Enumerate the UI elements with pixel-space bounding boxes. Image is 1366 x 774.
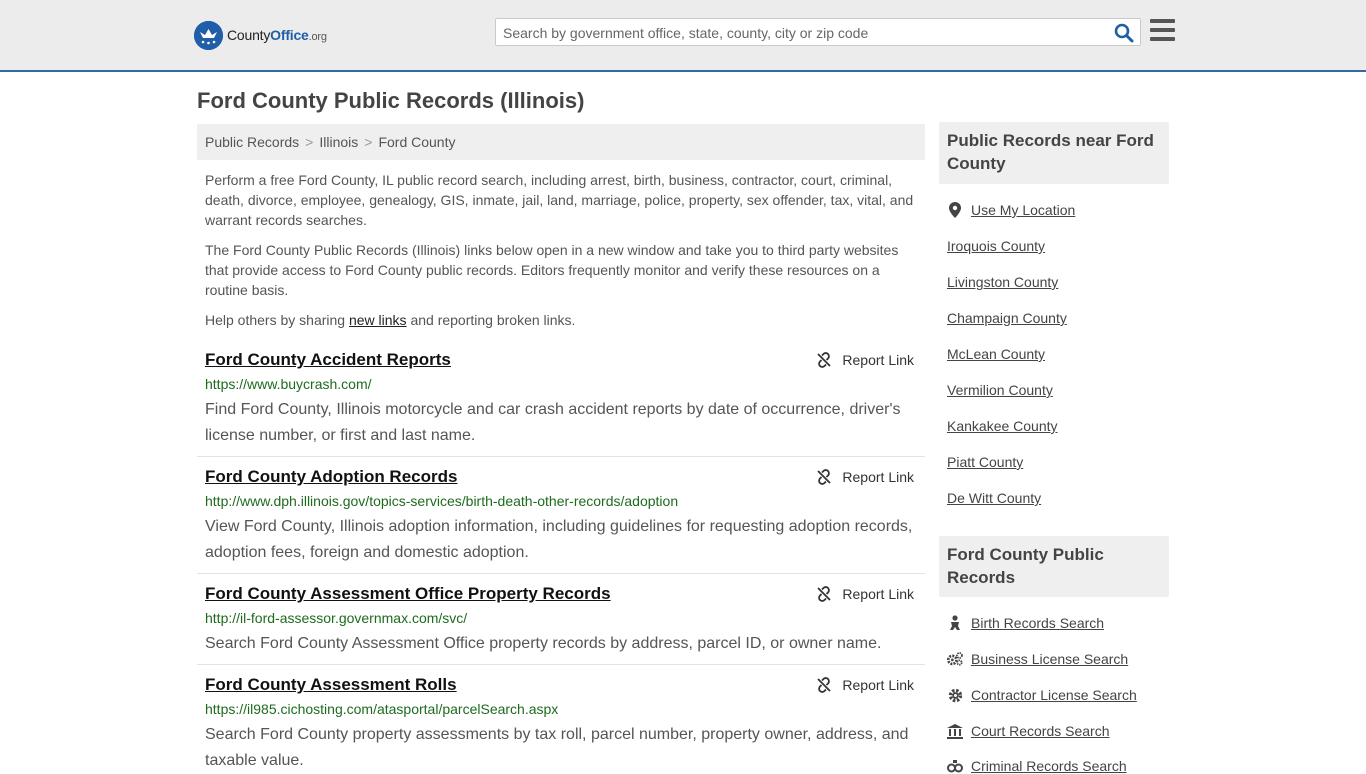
nearby-county-link[interactable]: Livingston County	[947, 274, 1058, 290]
site-logo[interactable]: CountyOffice.org	[194, 20, 327, 50]
record-description: Search Ford County Assessment Office pro…	[205, 635, 882, 652]
baby-icon	[947, 615, 963, 631]
record-title-link[interactable]: Ford County Adoption Records	[205, 467, 457, 487]
broken-link-icon	[817, 352, 832, 368]
record-item: Ford County Accident Reports Report Link…	[197, 350, 925, 450]
breadcrumb-illinois[interactable]: Illinois	[319, 134, 358, 150]
broken-link-icon	[817, 677, 832, 693]
new-links-link[interactable]: new links	[349, 312, 407, 328]
record-title-link[interactable]: Ford County Assessment Rolls	[205, 675, 457, 695]
search-input[interactable]	[503, 24, 1103, 42]
record-url[interactable]: https://www.buycrash.com/	[205, 376, 372, 392]
business-license-link[interactable]: Business License Search	[947, 651, 1128, 667]
breadcrumb-separator: >	[305, 134, 314, 150]
record-description: Search Ford County property assessments …	[205, 726, 909, 769]
report-link-button[interactable]: Report Link	[816, 586, 914, 602]
record-url[interactable]: http://il-ford-assessor.governmax.com/sv…	[205, 610, 467, 626]
sidebar-records-heading: Ford County Public Records	[939, 536, 1169, 597]
report-link-button[interactable]: Report Link	[816, 352, 914, 368]
header-bar: CountyOffice.org	[0, 0, 1366, 72]
nearby-county-link[interactable]: Champaign County	[947, 310, 1067, 326]
record-item: Ford County Adoption Records Report Link…	[197, 467, 925, 567]
nearby-county-link[interactable]: Iroquois County	[947, 238, 1045, 254]
page-title: Ford County Public Records (Illinois)	[197, 88, 585, 113]
sidebar-nearby-heading: Public Records near Ford County	[939, 122, 1169, 184]
breadcrumb-public-records[interactable]: Public Records	[205, 134, 299, 150]
map-marker-icon	[947, 202, 963, 218]
handcuffs-icon	[947, 758, 963, 774]
report-link-button[interactable]: Report Link	[816, 677, 914, 693]
broken-link-icon	[817, 469, 832, 485]
record-divider	[197, 573, 925, 574]
breadcrumb-separator: >	[364, 134, 373, 150]
report-link-button[interactable]: Report Link	[816, 469, 914, 485]
logo-text: CountyOffice.org	[227, 27, 327, 43]
birth-records-link[interactable]: Birth Records Search	[947, 615, 1104, 631]
nearby-county-link[interactable]: Piatt County	[947, 454, 1023, 470]
gear-icon	[947, 687, 963, 703]
breadcrumb-ford-county: Ford County	[378, 134, 456, 150]
intro-paragraph-2: The Ford County Public Records (Illinois…	[205, 242, 899, 298]
record-item: Ford County Assessment Office Property R…	[197, 584, 925, 660]
record-url[interactable]: https://il985.cichosting.com/atasportal/…	[205, 701, 558, 717]
nearby-county-link[interactable]: Kankakee County	[947, 418, 1058, 434]
record-description: Find Ford County, Illinois motorcycle an…	[205, 401, 901, 444]
record-title-link[interactable]: Ford County Assessment Office Property R…	[205, 584, 611, 604]
record-divider	[197, 664, 925, 665]
record-divider	[197, 456, 925, 457]
courthouse-icon	[947, 723, 963, 739]
logo-badge-icon	[194, 20, 223, 50]
court-records-link[interactable]: Court Records Search	[947, 723, 1110, 739]
hamburger-menu-icon[interactable]	[1150, 19, 1175, 43]
use-my-location-link[interactable]: Use My Location	[947, 202, 1075, 218]
intro-paragraph-1: Perform a free Ford County, IL public re…	[205, 172, 914, 228]
broken-link-icon	[817, 586, 832, 602]
contractor-license-link[interactable]: Contractor License Search	[947, 687, 1137, 703]
nearby-county-link[interactable]: De Witt County	[947, 490, 1041, 506]
record-url[interactable]: http://www.dph.illinois.gov/topics-servi…	[205, 493, 678, 509]
search-box	[495, 18, 1141, 46]
nearby-county-link[interactable]: McLean County	[947, 346, 1045, 362]
gears-icon	[947, 651, 963, 667]
record-title-link[interactable]: Ford County Accident Reports	[205, 350, 451, 370]
nearby-county-link[interactable]: Vermilion County	[947, 382, 1053, 398]
criminal-records-link[interactable]: Criminal Records Search	[947, 758, 1127, 774]
breadcrumb: Public Records > Illinois > Ford County	[197, 124, 925, 160]
search-icon[interactable]	[1114, 23, 1134, 43]
record-item: Ford County Assessment Rolls Report Link…	[197, 675, 925, 769]
record-description: View Ford County, Illinois adoption info…	[205, 518, 913, 561]
intro-paragraph-3: Help others by sharing new links and rep…	[205, 312, 576, 328]
